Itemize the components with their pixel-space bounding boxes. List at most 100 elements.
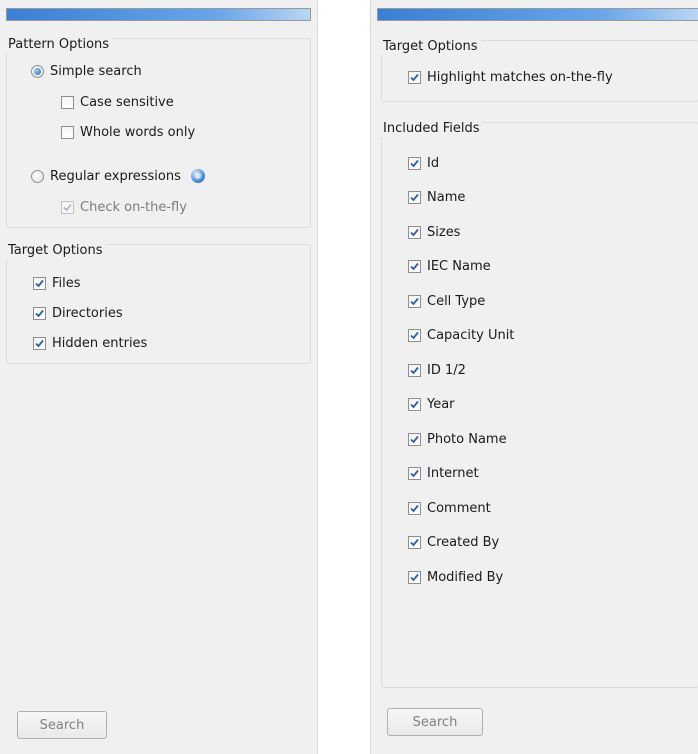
whole-words-option[interactable]: Whole words only <box>61 122 195 142</box>
field-label: Modified By <box>427 569 504 585</box>
checkmark-icon <box>35 279 44 287</box>
check-on-the-fly-checkbox[interactable] <box>61 200 74 214</box>
included-field-internet[interactable]: Internet <box>408 464 479 484</box>
directories-label: Directories <box>52 305 123 321</box>
radio-selected-dot <box>34 67 41 75</box>
case-sensitive-label: Case sensitive <box>80 94 174 110</box>
target-options-group: Target Options Highlight matches on-the-… <box>380 39 698 102</box>
case-sensitive-checkbox[interactable] <box>61 95 74 109</box>
whole-words-checkbox[interactable] <box>61 125 74 139</box>
field-label: Photo Name <box>427 431 507 447</box>
highlight-matches-checkbox[interactable] <box>408 70 421 84</box>
highlight-matches-label: Highlight matches on-the-fly <box>427 69 613 85</box>
checkmark-icon <box>35 309 44 317</box>
search-progress-fill <box>7 9 310 20</box>
regex-label: Regular expressions <box>50 168 181 184</box>
check-on-the-fly-label: Check on-the-fly <box>80 199 187 215</box>
included-field-created-by[interactable]: Created By <box>408 533 499 553</box>
simple-search-label: Simple search <box>50 63 142 79</box>
checkmark-icon <box>410 573 419 581</box>
included-field-iec-name[interactable]: IEC Name <box>408 257 491 277</box>
field-checkbox[interactable] <box>408 225 421 239</box>
checkmark-icon <box>410 435 419 443</box>
included-field-comment[interactable]: Comment <box>408 498 491 518</box>
field-label: Internet <box>427 466 479 481</box>
field-checkbox[interactable] <box>408 363 421 377</box>
field-checkbox[interactable] <box>408 467 421 480</box>
checkmark-icon <box>410 193 419 202</box>
checkmark-icon <box>63 203 72 211</box>
checkmark-icon <box>410 400 419 409</box>
included-field-modified-by[interactable]: Modified By <box>408 567 503 587</box>
target-options-group: Target Options Files Directories Hidden … <box>5 243 311 364</box>
search-button[interactable]: Search <box>387 708 483 736</box>
whole-words-label: Whole words only <box>80 124 196 140</box>
field-label: Capacity Unit <box>427 328 515 343</box>
simple-search-radio[interactable] <box>31 64 44 78</box>
included-field-sizes[interactable]: Sizes <box>408 222 460 242</box>
regex-option[interactable]: Regular expressions <box>31 166 205 186</box>
target-option-hidden-entries[interactable]: Hidden entries <box>33 333 147 353</box>
search-progress-fill <box>378 9 698 20</box>
included-fields-legend: Included Fields <box>380 121 483 137</box>
files-label: Files <box>52 275 81 291</box>
field-checkbox[interactable] <box>408 570 421 584</box>
regex-radio[interactable] <box>31 169 44 183</box>
search-progress-bar <box>6 8 311 21</box>
field-label: Created By <box>427 535 500 550</box>
target-option-files[interactable]: Files <box>33 273 81 293</box>
files-checkbox[interactable] <box>33 276 46 290</box>
search-progress-bar <box>377 8 698 21</box>
target-options-legend: Target Options <box>5 243 106 259</box>
checkmark-icon <box>410 469 419 478</box>
regex-help-icon[interactable] <box>190 169 205 183</box>
field-label: Comment <box>427 500 491 516</box>
included-field-year[interactable]: Year <box>408 395 455 415</box>
search-panel-fields: Target Options Highlight matches on-the-… <box>370 0 698 754</box>
search-button[interactable]: Search <box>17 711 107 739</box>
field-label: Name <box>427 190 466 205</box>
hidden-entries-checkbox[interactable] <box>33 336 46 350</box>
field-checkbox[interactable] <box>408 260 421 273</box>
checkmark-icon <box>410 297 419 305</box>
field-checkbox[interactable] <box>408 432 421 446</box>
field-checkbox[interactable] <box>408 329 421 342</box>
field-checkbox[interactable] <box>408 398 421 411</box>
checkmark-icon <box>410 262 419 271</box>
checkmark-icon <box>410 159 419 167</box>
field-checkbox[interactable] <box>408 501 421 515</box>
highlight-matches-option[interactable]: Highlight matches on-the-fly <box>408 67 613 87</box>
field-checkbox[interactable] <box>408 191 421 204</box>
included-field-id[interactable]: Id <box>408 153 439 173</box>
field-label: Cell Type <box>427 293 486 309</box>
included-field-name[interactable]: Name <box>408 188 465 208</box>
checkmark-icon <box>410 366 419 374</box>
search-panel-files: Pattern Options Simple search Case sensi… <box>0 0 318 754</box>
checkmark-icon <box>410 73 419 81</box>
field-checkbox[interactable] <box>408 536 421 549</box>
field-label: IEC Name <box>427 259 491 274</box>
checkmark-icon <box>410 331 419 340</box>
pattern-options-group: Pattern Options Simple search Case sensi… <box>5 37 311 228</box>
target-options-legend: Target Options <box>380 39 481 55</box>
field-checkbox[interactable] <box>408 156 421 170</box>
directories-checkbox[interactable] <box>33 306 46 320</box>
target-option-directories[interactable]: Directories <box>33 303 123 323</box>
field-label: ID 1/2 <box>427 362 466 378</box>
included-field-id-1-2[interactable]: ID 1/2 <box>408 360 466 380</box>
check-on-the-fly-option[interactable]: Check on-the-fly <box>61 197 187 217</box>
included-field-cell-type[interactable]: Cell Type <box>408 291 485 311</box>
included-fields-group: Included Fields Id Name Sizes IEC Name Cell … <box>380 121 698 688</box>
field-label: Sizes <box>427 224 461 240</box>
field-checkbox[interactable] <box>408 294 421 308</box>
checkmark-icon <box>410 228 419 236</box>
case-sensitive-option[interactable]: Case sensitive <box>61 92 174 112</box>
checkmark-icon <box>35 339 44 347</box>
checkmark-icon <box>410 504 419 512</box>
field-label: Year <box>427 397 455 412</box>
included-field-photo-name[interactable]: Photo Name <box>408 429 507 449</box>
pattern-options-legend: Pattern Options <box>5 37 113 53</box>
included-field-capacity-unit[interactable]: Capacity Unit <box>408 326 514 346</box>
simple-search-option[interactable]: Simple search <box>31 61 142 81</box>
checkmark-icon <box>410 538 419 547</box>
